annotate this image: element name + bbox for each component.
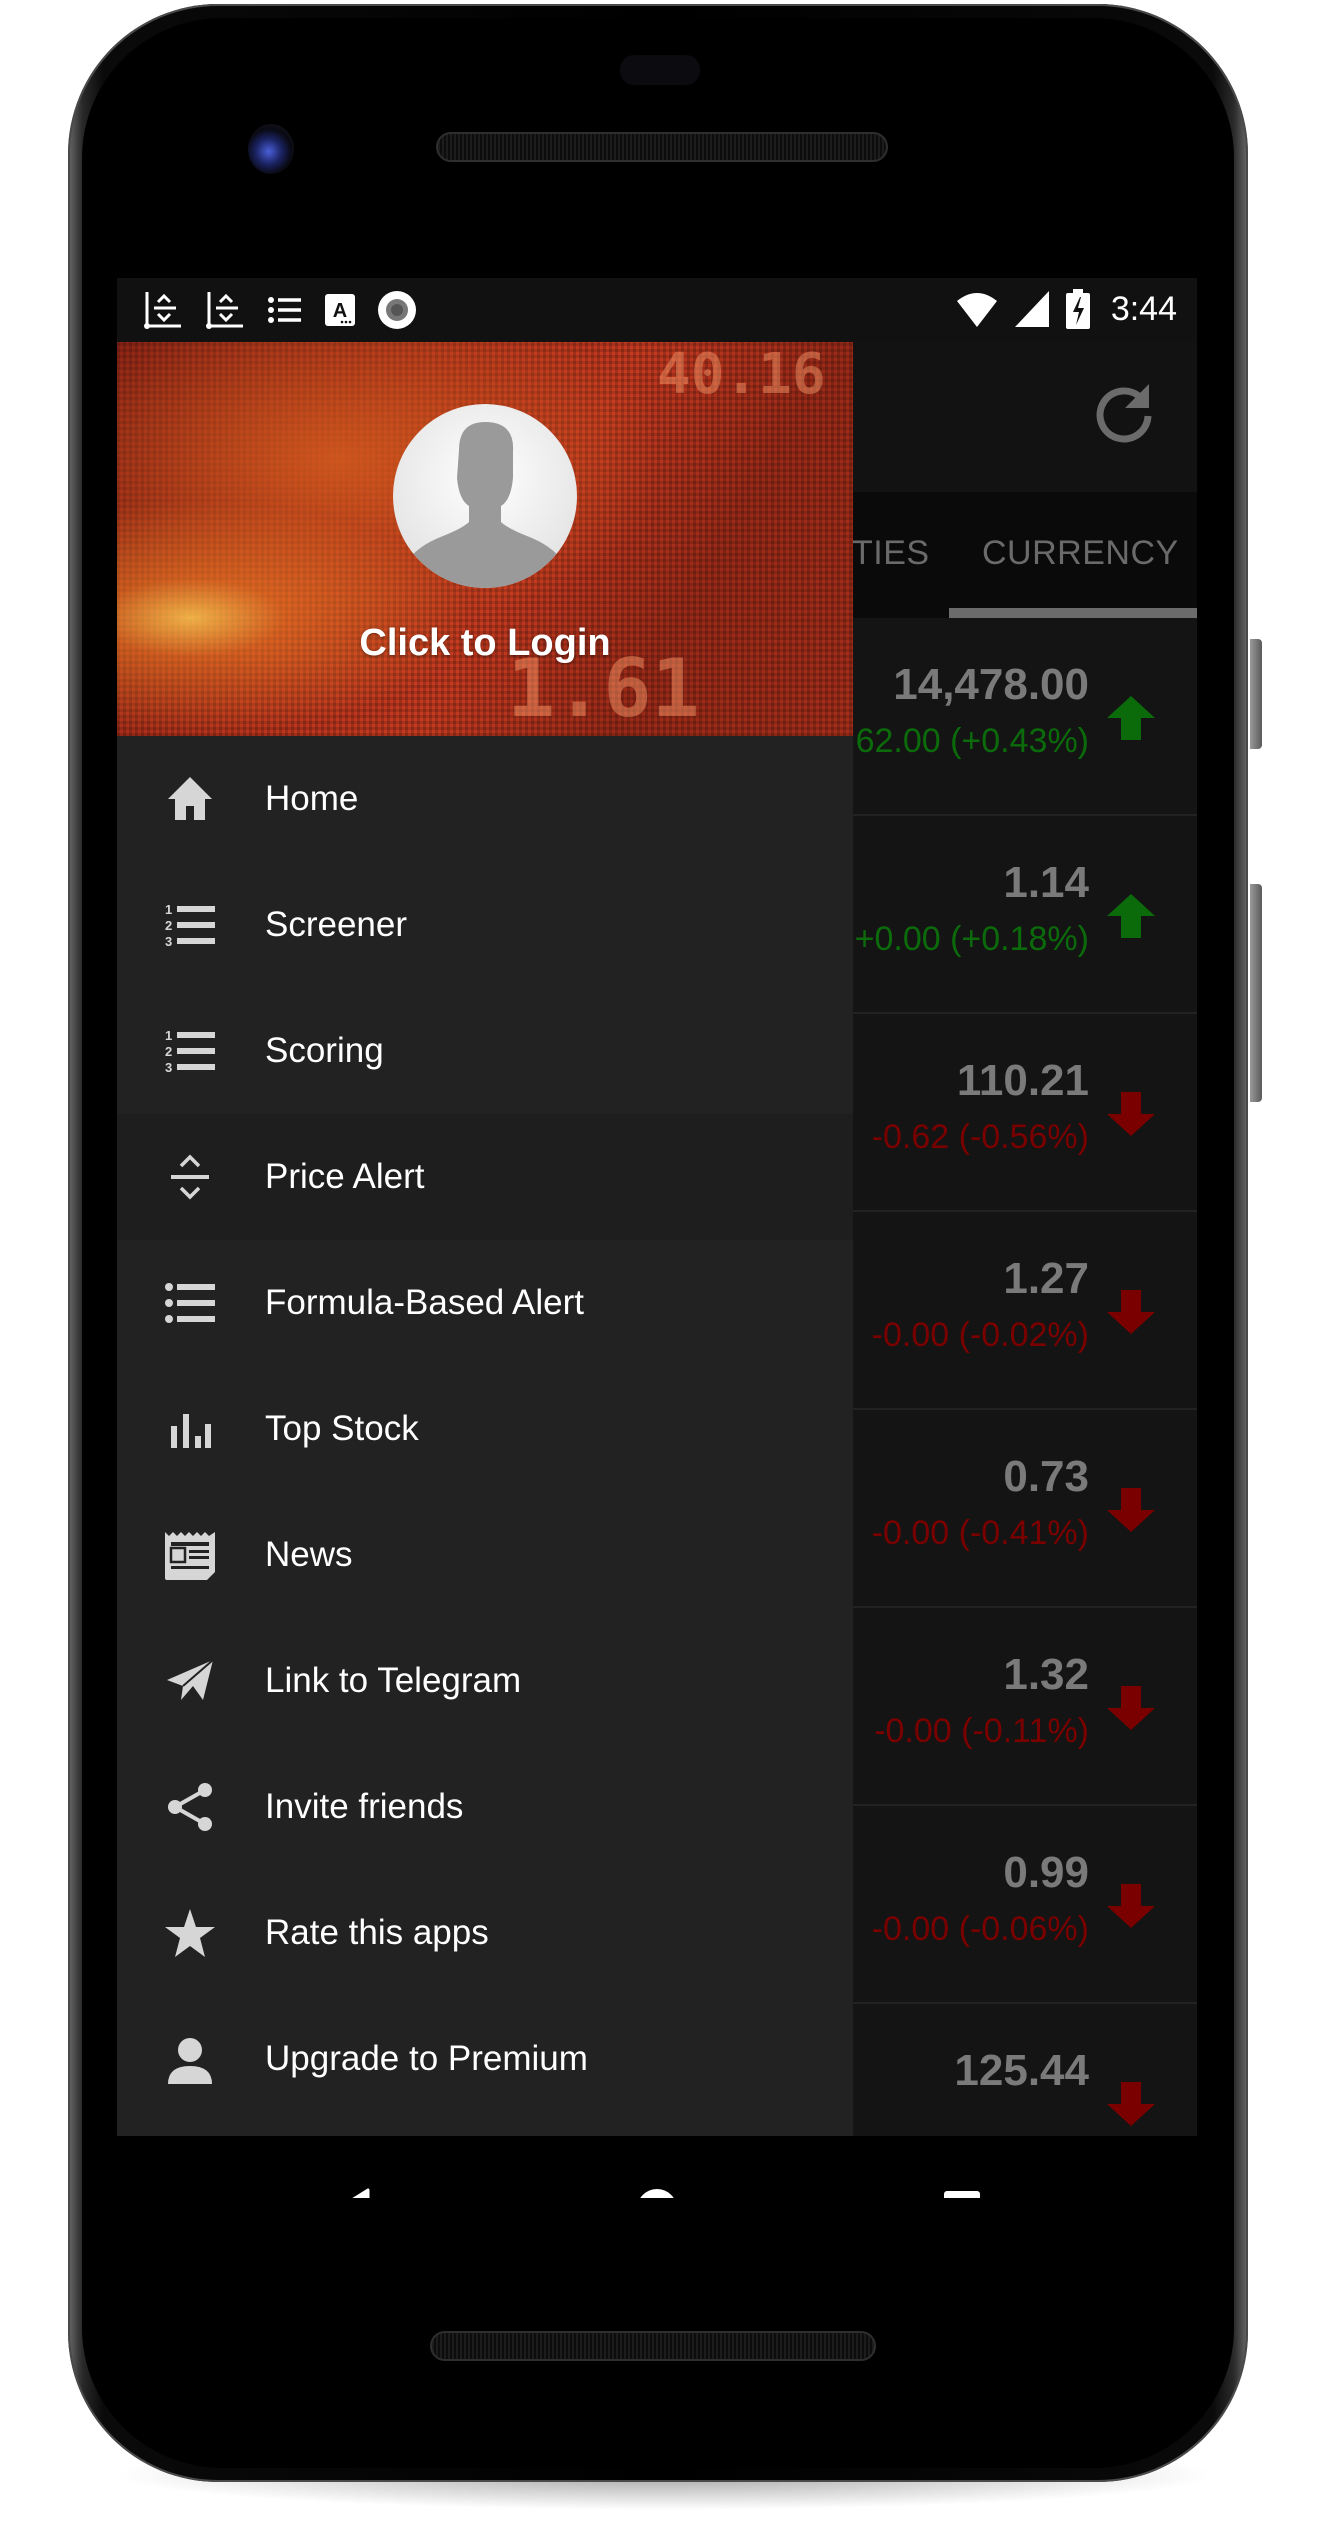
header-ticker-text: 40.16 [657, 342, 826, 407]
back-icon[interactable] [332, 2188, 370, 2198]
drawer-item-label: News [265, 1535, 353, 1574]
svg-text:1: 1 [165, 1028, 172, 1043]
price-alert-icon [163, 1150, 217, 1204]
arrow-down-icon [1107, 1488, 1155, 1532]
price-alert-icon [206, 292, 243, 329]
notification-icons: A [143, 290, 417, 330]
drawer-item-home[interactable]: Home [117, 736, 853, 862]
drawer-item-price-alert[interactable]: Price Alert [117, 1114, 853, 1240]
quote-change: +0.00 (+0.18%) [854, 920, 1089, 958]
arrow-down-icon [1107, 1092, 1155, 1136]
login-link[interactable]: Click to Login [117, 622, 853, 665]
quote-change: 62.00 (+0.43%) [855, 722, 1089, 760]
user-silhouette-icon [407, 422, 563, 588]
arrow-up-icon [1107, 894, 1155, 938]
svg-text:3: 3 [165, 1060, 172, 1075]
newspaper-icon [163, 1528, 217, 1582]
drawer-item-scoring[interactable]: 1 2 3 Scoring [117, 988, 853, 1114]
drawer-item-screener[interactable]: 1 2 3 Screener [117, 862, 853, 988]
screen: A 3:44 TIES CURRENCY 14,478.00 62.00 (+0.… [117, 278, 1197, 2198]
arrow-down-icon [1107, 1290, 1155, 1334]
power-button [1250, 639, 1262, 749]
telegram-icon [163, 1654, 217, 1708]
drawer-item-invite-friends[interactable]: Invite friends [117, 1744, 853, 1870]
arrow-down-icon [1107, 1884, 1155, 1928]
recents-icon[interactable] [943, 2190, 981, 2198]
quote-price: 0.73 [1003, 1452, 1089, 1501]
navigation-bar [117, 2136, 1197, 2198]
arrow-up-icon [1107, 696, 1155, 740]
tab-indicator [949, 608, 1197, 618]
drawer-item-label: Rate this apps [265, 1913, 489, 1952]
home-circle-icon[interactable] [636, 2188, 678, 2198]
tab-equities[interactable]: TIES [852, 534, 930, 573]
drawer-item-news[interactable]: News [117, 1492, 853, 1618]
price-alert-icon [144, 292, 181, 329]
tab-currency[interactable]: CURRENCY [982, 534, 1179, 573]
drawer-menu: Home 1 2 3 Screener 1 2 3 Scoring Price Alert Form… [117, 736, 853, 2122]
arrow-down-icon [1107, 2082, 1155, 2126]
proximity-sensor [620, 55, 700, 85]
list-icon [268, 297, 301, 323]
drawer-header[interactable]: 40.16 1.61 Click to Login [117, 342, 853, 736]
drawer-item-label: Link to Telegram [265, 1661, 522, 1700]
drawer-item-label: Screener [265, 905, 408, 944]
clock: 3:44 [1110, 289, 1177, 328]
svg-text:A: A [333, 300, 347, 322]
drawer-item-upgrade-to-premium[interactable]: Upgrade to Premium [117, 1996, 853, 2122]
avatar[interactable] [393, 404, 577, 588]
font-a-icon: A [325, 294, 355, 326]
drawer-item-label: Upgrade to Premium [265, 2039, 588, 2078]
drawer-item-rate-this-apps[interactable]: Rate this apps [117, 1870, 853, 1996]
svg-text:3: 3 [165, 934, 172, 949]
quote-change: -0.00 (-0.02%) [871, 1316, 1089, 1354]
signal-icon [1014, 291, 1049, 327]
bottom-speaker [430, 2331, 876, 2361]
quote-price: 14,478.00 [893, 660, 1089, 709]
drawer-item-label: Home [265, 779, 359, 818]
quote-change: -0.00 (-0.41%) [871, 1514, 1089, 1552]
drawer-item-label: Top Stock [265, 1409, 419, 1448]
arrow-down-icon [1107, 1686, 1155, 1730]
system-icons: 3:44 [955, 288, 1177, 330]
quote-price: 0.99 [1003, 1848, 1089, 1897]
star-icon [163, 1906, 217, 1960]
quote-price: 110.21 [956, 1056, 1089, 1105]
record-icon [378, 291, 416, 329]
quote-change: -0.00 (-0.11%) [874, 1712, 1089, 1750]
battery-charging-icon [1065, 289, 1090, 329]
drawer-item-top-stock[interactable]: Top Stock [117, 1366, 853, 1492]
earpiece-speaker [436, 132, 888, 162]
status-bar: A 3:44 [117, 278, 1197, 342]
home-icon [163, 772, 217, 826]
bar-chart-icon [163, 1402, 217, 1456]
refresh-icon[interactable] [1091, 380, 1157, 446]
share-icon [163, 1780, 217, 1834]
numbered-list-icon: 123 [163, 898, 217, 952]
quote-price: 125.44 [954, 2046, 1089, 2095]
drawer-item-label: Invite friends [265, 1787, 464, 1826]
front-camera [248, 124, 294, 174]
volume-button [1250, 884, 1262, 1102]
drawer-item-label: Price Alert [265, 1157, 425, 1196]
wifi-icon [956, 293, 997, 327]
drawer-item-label: Formula-Based Alert [265, 1283, 585, 1322]
drawer-item-link-to-telegram[interactable]: Link to Telegram [117, 1618, 853, 1744]
svg-text:2: 2 [165, 918, 172, 933]
navigation-drawer: 40.16 1.61 Click to Login Home 1 2 3 Screene… [117, 342, 853, 2136]
quote-price: 1.32 [1003, 1650, 1089, 1699]
quote-price: 1.27 [1003, 1254, 1089, 1303]
numbered-list-icon: 123 [163, 1024, 217, 1078]
bulleted-list-icon [163, 1276, 217, 1330]
svg-text:1: 1 [165, 902, 172, 917]
user-icon [163, 2032, 217, 2086]
quote-change: -0.62 (-0.56%) [871, 1118, 1089, 1156]
quote-price: 1.14 [1003, 858, 1089, 907]
drawer-item-label: Scoring [265, 1031, 384, 1070]
drawer-item-formula-based-alert[interactable]: Formula-Based Alert [117, 1240, 853, 1366]
svg-text:2: 2 [165, 1044, 172, 1059]
quote-change: -0.00 (-0.06%) [871, 1910, 1089, 1948]
